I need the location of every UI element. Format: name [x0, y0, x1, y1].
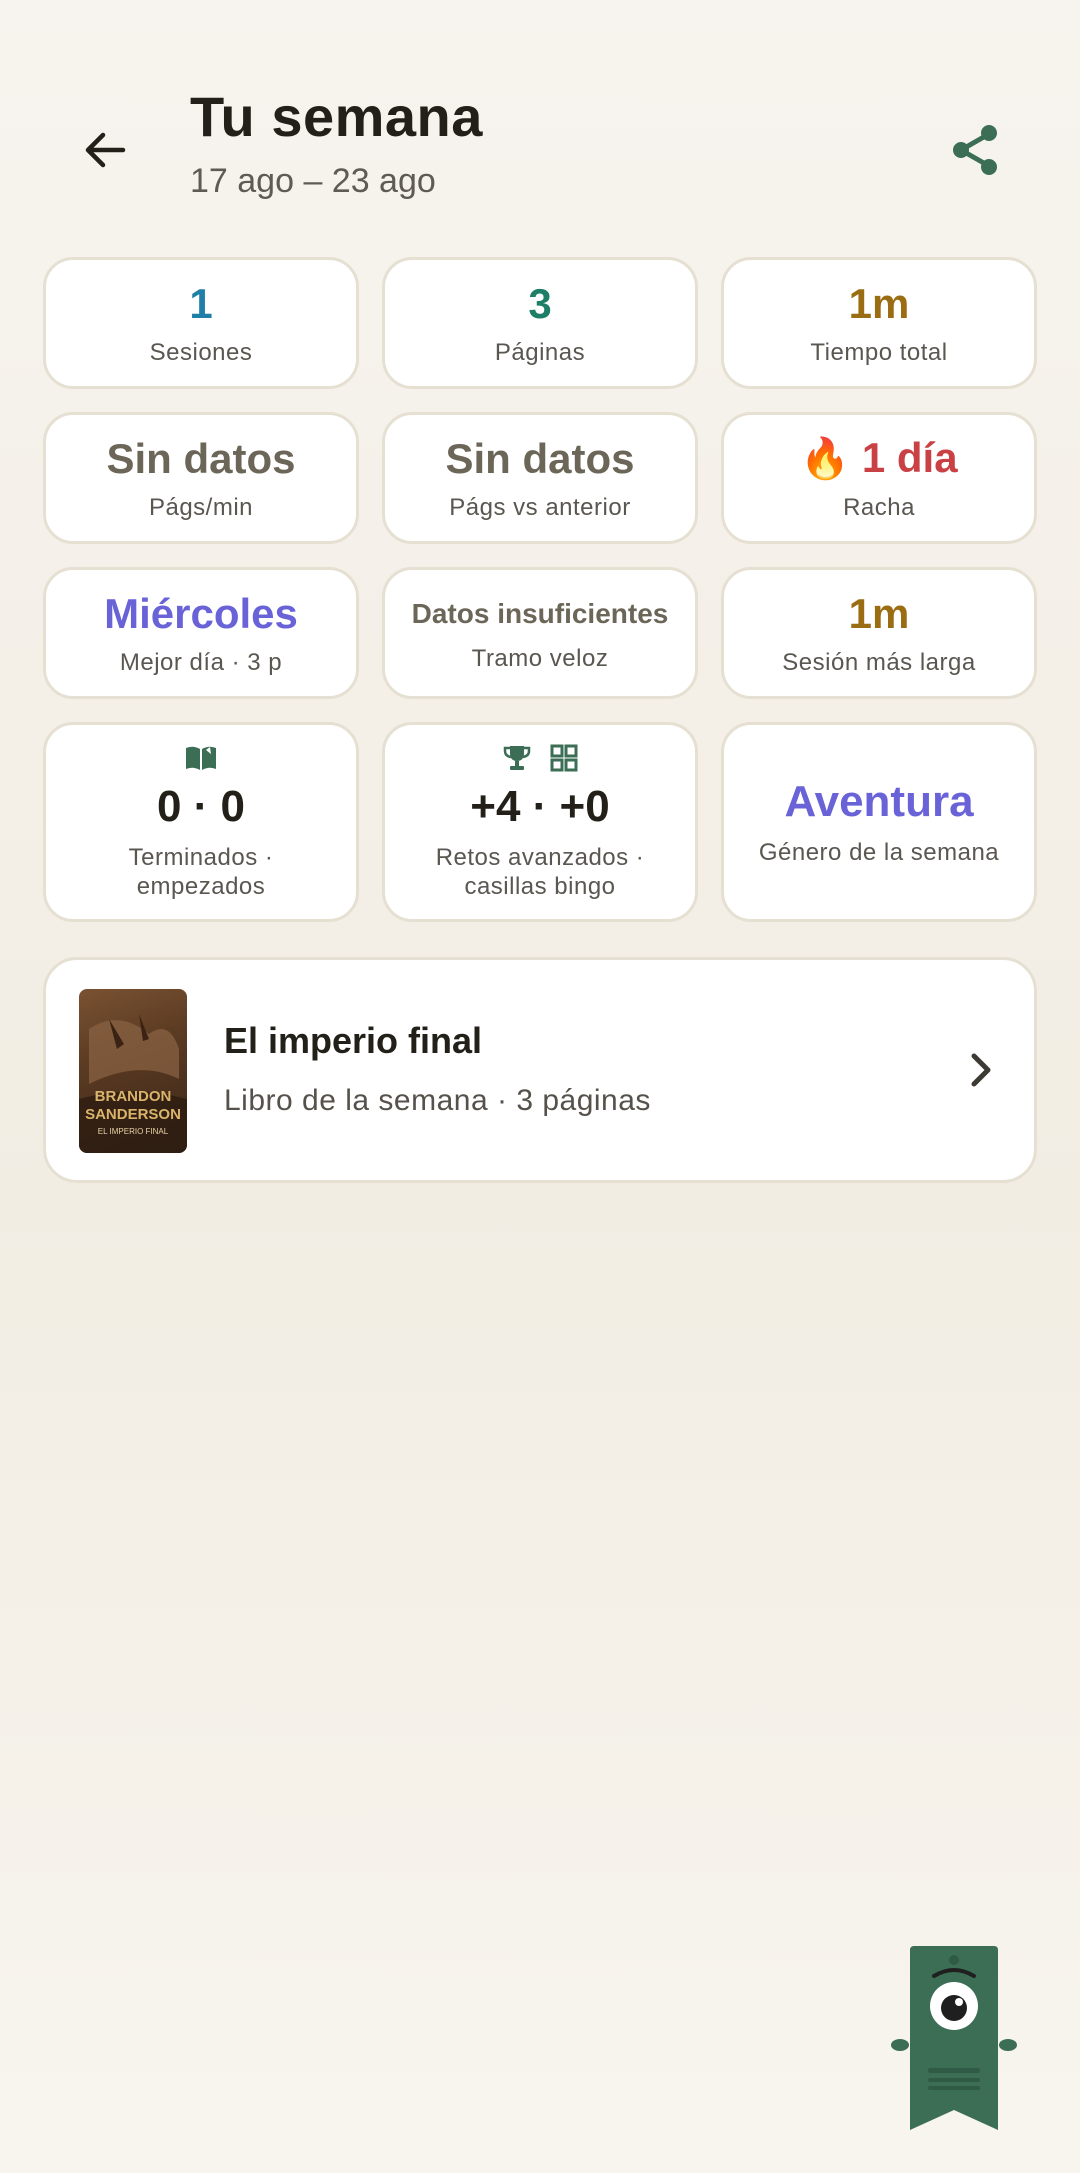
stat-value: 0 · 0 — [156, 782, 246, 831]
stat-label: Tramo veloz — [471, 644, 609, 672]
stat-card-finished-started: 0 · 0 Terminados · empezados — [43, 722, 359, 922]
stat-value: Miércoles — [104, 589, 298, 637]
open-book-icon — [186, 746, 216, 770]
stat-value: 1m — [848, 589, 910, 637]
stat-label: Páginas — [494, 338, 586, 366]
stat-card-longest-session: 1m Sesión más larga — [721, 567, 1037, 699]
share-button[interactable] — [940, 115, 1010, 185]
stat-card-pages: 3 Páginas — [382, 257, 698, 389]
bookmark-mascot-icon[interactable] — [890, 1940, 1020, 2140]
stat-card-pages-per-min: Sin datos Págs/min — [43, 412, 359, 544]
stat-value: 1m — [848, 279, 910, 327]
stat-label-line2: empezados — [136, 873, 266, 900]
share-icon — [953, 125, 997, 175]
stats-grid: 1 Sesiones 3 Páginas 1m Tiempo total Sin… — [43, 257, 1037, 922]
header: Tu semana 17 ago – 23 ago — [0, 0, 1080, 230]
book-of-week-card[interactable]: BRANDON SANDERSON EL IMPERIO FINAL El im… — [43, 957, 1037, 1183]
stat-value: +4 · +0 — [470, 782, 610, 831]
stat-label: Género de la semana — [758, 838, 1000, 866]
stat-value: Sin datos — [445, 434, 635, 482]
cover-title: EL IMPERIO FINAL — [98, 1127, 169, 1136]
stat-card-streak: 🔥 1 día Racha — [721, 412, 1037, 544]
icon-row — [184, 743, 218, 773]
stat-card-best-day: Miércoles Mejor día · 3 p — [43, 567, 359, 699]
stat-label: Retos avanzados · casillas bingo — [436, 843, 645, 901]
stat-label: Mejor día · 3 p — [119, 648, 283, 676]
stat-value: 1 día — [861, 434, 958, 481]
trophy-icon — [503, 746, 531, 770]
stat-value: 3 — [528, 279, 552, 327]
stat-card-total-time: 1m Tiempo total — [721, 257, 1037, 389]
stat-label-line1: Retos avanzados · — [435, 844, 645, 871]
cover-author-line1: BRANDON — [95, 1088, 172, 1105]
arrow-left-icon — [85, 132, 126, 168]
stat-label: Sesiones — [149, 338, 253, 366]
stat-card-fast-stretch: Datos insuficientes Tramo veloz — [382, 567, 698, 699]
stat-label: Págs vs anterior — [449, 493, 631, 521]
book-cover: BRANDON SANDERSON EL IMPERIO FINAL — [79, 989, 187, 1153]
book-subtitle: Libro de la semana · 3 páginas — [224, 1084, 651, 1117]
stat-value: Aventura — [784, 776, 974, 826]
stat-value-row: 🔥 1 día — [800, 434, 957, 483]
fire-icon: 🔥 — [800, 437, 851, 481]
chevron-right-icon — [951, 1040, 1011, 1100]
date-range: 17 ago – 23 ago — [190, 162, 436, 200]
stat-label-line2: casillas bingo — [464, 873, 616, 900]
back-button[interactable] — [70, 115, 140, 185]
grid-icon — [550, 744, 578, 772]
stat-label-line1: Terminados · — [128, 844, 274, 871]
book-cover-art: BRANDON SANDERSON EL IMPERIO FINAL — [79, 1014, 187, 1153]
stat-value: Sin datos — [106, 434, 296, 482]
stat-label: Sesión más larga — [782, 648, 976, 676]
cover-author-line2: SANDERSON — [85, 1106, 181, 1123]
stat-label: Terminados · empezados — [129, 843, 274, 901]
page-title: Tu semana — [190, 85, 483, 148]
stat-card-genre: Aventura Género de la semana — [721, 722, 1037, 922]
stat-card-challenges-bingo: +4 · +0 Retos avanzados · casillas bingo — [382, 722, 698, 922]
icon-row — [502, 743, 578, 773]
title-block: Tu semana 17 ago – 23 ago — [190, 85, 483, 201]
stat-label: Págs/min — [148, 493, 254, 521]
book-title: El imperio final — [224, 1020, 483, 1061]
stat-card-pages-vs-previous: Sin datos Págs vs anterior — [382, 412, 698, 544]
stat-label: Tiempo total — [810, 338, 948, 366]
stat-value: Datos insuficientes — [411, 597, 669, 629]
stat-card-sessions: 1 Sesiones — [43, 257, 359, 389]
stat-value: 1 — [189, 279, 213, 327]
stat-label: Racha — [843, 494, 915, 521]
